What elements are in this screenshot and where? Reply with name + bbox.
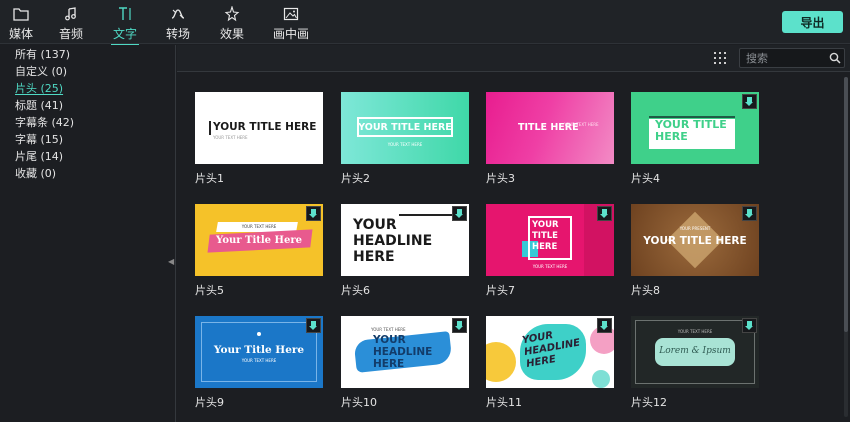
template-thumbnail[interactable]: YOUR TEXT HERE Your Title Here	[195, 204, 323, 276]
effects-icon	[224, 6, 240, 22]
tool-audio[interactable]: 音频	[59, 6, 83, 42]
download-icon[interactable]	[742, 94, 757, 109]
dot-ornament	[257, 332, 261, 336]
template-thumbnail[interactable]: YOUR TEXT HERE Lorem & Ipsum	[631, 316, 759, 388]
template-thumbnail[interactable]: YOUR HEADLINE HERE	[486, 316, 614, 388]
thumb-title: YOUR TITLE HERE	[643, 235, 747, 247]
template-thumbnail[interactable]: Your Title Here YOUR TEXT HERE	[195, 316, 323, 388]
category-lower-third[interactable]: 字幕条 (42)	[15, 114, 74, 130]
picture-in-picture-icon	[283, 7, 299, 21]
template-label: 片头1	[195, 172, 224, 185]
template-thumbnail[interactable]: YOUR TITLE HERE YOUR TEXT HERE	[195, 92, 323, 164]
top-toolbar: 媒体 音频 文字 转场 效果 画中画 导出	[0, 0, 850, 46]
template-label: 片头3	[486, 172, 515, 185]
search-input[interactable]	[746, 51, 826, 65]
tool-media-label: 媒体	[9, 27, 34, 41]
category-opener[interactable]: 片头 (25)	[15, 80, 63, 96]
thumb-title: YOUR TITLE HERE	[213, 121, 317, 133]
thumb-subtext: YOUR TEXT HERE	[213, 135, 248, 140]
category-custom[interactable]: 自定义 (0)	[15, 63, 67, 79]
collapse-sidebar-icon[interactable]: ◀	[168, 257, 174, 267]
grid-view-icon[interactable]	[714, 52, 726, 64]
tool-transition-label: 转场	[166, 27, 191, 41]
category-all[interactable]: 所有 (137)	[15, 46, 70, 62]
template-label: 片头9	[195, 396, 224, 409]
scrollbar-thumb[interactable]	[844, 77, 848, 332]
folder-icon	[13, 8, 29, 21]
tool-text-label: 文字	[113, 27, 138, 41]
thumb-subtext: YOUR TEXT HERE	[387, 142, 423, 147]
download-icon[interactable]	[597, 318, 612, 333]
thumb-title: YOUR TITLE HERE	[655, 118, 727, 143]
thumb-title: YOUR TITLE HERE	[358, 122, 452, 133]
download-icon[interactable]	[452, 318, 467, 333]
tool-pip[interactable]: 画中画	[273, 6, 309, 42]
thumb-subtext: YOUR TEXT HERE	[564, 122, 599, 127]
thumb-title: YOUR TITLE HERE	[532, 220, 559, 252]
template-thumbnail[interactable]: YOUR TEXT HERE YOUR HEADLINE HERE	[341, 316, 469, 388]
thumb-title: YOUR HEADLINE HERE	[353, 217, 433, 265]
thumb-title: Your Title Here	[213, 344, 305, 356]
thumb-subtext: YOUR TEXT HERE	[241, 358, 277, 363]
template-thumbnail[interactable]: YOUR PRESENT YOUR TITLE HERE	[631, 204, 759, 276]
template-label: 片头6	[341, 284, 370, 297]
thumb-subtext: YOUR TEXT HERE	[677, 329, 713, 334]
template-label: 片头10	[341, 396, 377, 409]
tool-transition[interactable]: 转场	[166, 6, 190, 42]
thumb-title: YOUR HEADLINE HERE	[373, 334, 433, 370]
accent-line	[399, 214, 459, 216]
tool-audio-label: 音频	[59, 27, 84, 41]
template-label: 片头4	[631, 172, 660, 185]
tool-media[interactable]: 媒体	[9, 6, 33, 42]
template-thumbnail[interactable]: YOUR TITLE HERE YOUR TEXT HERE	[341, 92, 469, 164]
category-ending[interactable]: 片尾 (14)	[15, 148, 63, 164]
template-label: 片头7	[486, 284, 515, 297]
template-label: 片头2	[341, 172, 370, 185]
tool-effects[interactable]: 效果	[220, 6, 244, 42]
thumb-subtext: YOUR TEXT HERE	[532, 264, 568, 269]
thumb-subtext: YOUR TEXT HERE	[371, 327, 406, 332]
content-header	[177, 45, 850, 72]
search-icon[interactable]	[829, 52, 841, 64]
download-icon[interactable]	[597, 206, 612, 221]
tool-pip-label: 画中画	[273, 27, 310, 41]
export-button[interactable]: 导出	[782, 11, 843, 33]
download-icon[interactable]	[742, 318, 757, 333]
category-title[interactable]: 标题 (41)	[15, 97, 63, 113]
grid-scrollbar[interactable]	[844, 77, 848, 417]
tool-effects-label: 效果	[220, 27, 245, 41]
search-box	[739, 48, 845, 68]
category-favorites[interactable]: 收藏 (0)	[15, 165, 56, 181]
download-icon[interactable]	[306, 318, 321, 333]
template-label: 片头8	[631, 284, 660, 297]
thumb-title: Your Title Here	[216, 235, 302, 246]
transition-icon	[171, 9, 185, 19]
download-icon[interactable]	[742, 206, 757, 221]
thumb-subtext: YOUR PRESENT	[679, 226, 711, 231]
template-label: 片头12	[631, 396, 667, 409]
music-note-icon	[65, 7, 76, 21]
template-thumbnail[interactable]: YOUR TITLE HERE YOUR TEXT HERE	[486, 204, 614, 276]
template-label: 片头5	[195, 284, 224, 297]
text-icon	[119, 7, 131, 20]
template-thumbnail[interactable]: YOUR TITLE HERE	[631, 92, 759, 164]
category-sidebar: 所有 (137) 自定义 (0) 片头 (25) 标题 (41) 字幕条 (42…	[0, 45, 176, 422]
thumb-title: Lorem & Ipsum	[659, 346, 731, 356]
yellow-circle	[486, 342, 516, 382]
template-thumbnail[interactable]: TITLE HERE YOUR TEXT HERE	[486, 92, 614, 164]
thumb-subtext: YOUR TEXT HERE	[241, 224, 277, 229]
download-icon[interactable]	[452, 206, 467, 221]
tool-text[interactable]: 文字	[111, 6, 140, 46]
title-cursor-bar	[209, 121, 211, 135]
category-subtitle[interactable]: 字幕 (15)	[15, 131, 63, 147]
download-icon[interactable]	[306, 206, 321, 221]
template-label: 片头11	[486, 396, 522, 409]
template-thumbnail[interactable]: YOUR HEADLINE HERE	[341, 204, 469, 276]
teal-circle	[592, 370, 610, 388]
